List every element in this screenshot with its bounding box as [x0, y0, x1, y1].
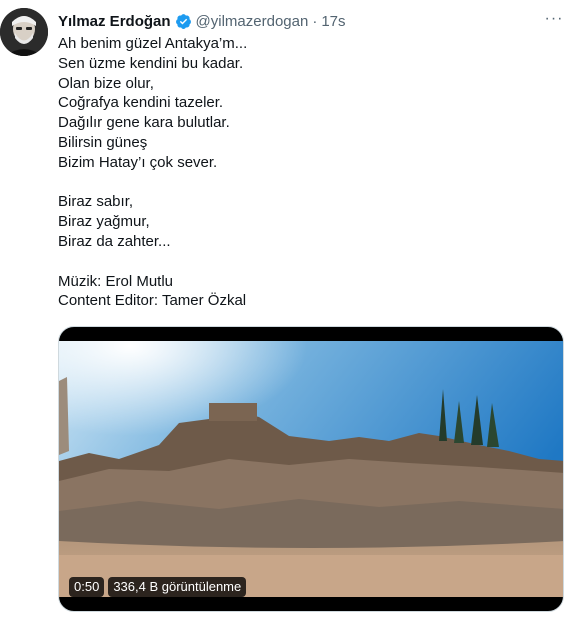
tweet-header: Yılmaz Erdoğan @yilmazerdogan · 17s	[58, 10, 563, 32]
tweet-text-line: Coğrafya kendini tazeler.	[58, 94, 224, 112]
tweet-text-line: Bilirsin güneş	[58, 133, 148, 151]
tweet-text-line: Biraz yağmur,	[58, 213, 150, 231]
tweet-text-line: Ah benim güzel Antakya’m...	[58, 35, 248, 52]
video-badges: 0:50 336,4 B görüntülenme	[69, 577, 247, 597]
video-duration: 0:50	[69, 577, 105, 597]
verified-badge-icon	[175, 13, 191, 29]
video-thumbnail	[59, 341, 563, 597]
author-avatar[interactable]	[0, 8, 48, 56]
author-name[interactable]: Yılmaz Erdoğan	[58, 13, 171, 30]
tweet-text-line: Biraz da zahter...	[58, 232, 171, 250]
tweet-text-line: Content Editor: Tamer Özkal	[58, 292, 247, 310]
tweet-text-line: Bizim Hatay’ı çok sever.	[58, 153, 218, 171]
tweet-text-line: Biraz sabır,	[58, 193, 134, 211]
tweet-text-line	[58, 173, 558, 193]
author-handle[interactable]: @yilmazerdogan	[196, 13, 309, 30]
video-view-count: 336,4 B görüntülenme	[108, 577, 247, 597]
tweet-text-line	[58, 252, 558, 272]
tweet-text-line: Müzik: Erol Mutlu	[58, 272, 174, 290]
avatar-portrait	[0, 8, 48, 56]
more-options-icon[interactable]: ···	[543, 10, 565, 28]
tweet-text-line: Dağılır gene kara bulutlar.	[58, 114, 230, 132]
tweet-text: Ah benim güzel Antakya’m... Sen üzme ken…	[58, 34, 558, 311]
tweet-timestamp[interactable]: 17s	[321, 13, 345, 30]
video-player[interactable]: 0:50 336,4 B görüntülenme	[58, 326, 564, 612]
separator-dot: ·	[312, 12, 318, 30]
tweet-text-line: Sen üzme kendini bu kadar.	[58, 54, 244, 72]
tweet-text-line: Olan bize olur,	[58, 74, 154, 92]
